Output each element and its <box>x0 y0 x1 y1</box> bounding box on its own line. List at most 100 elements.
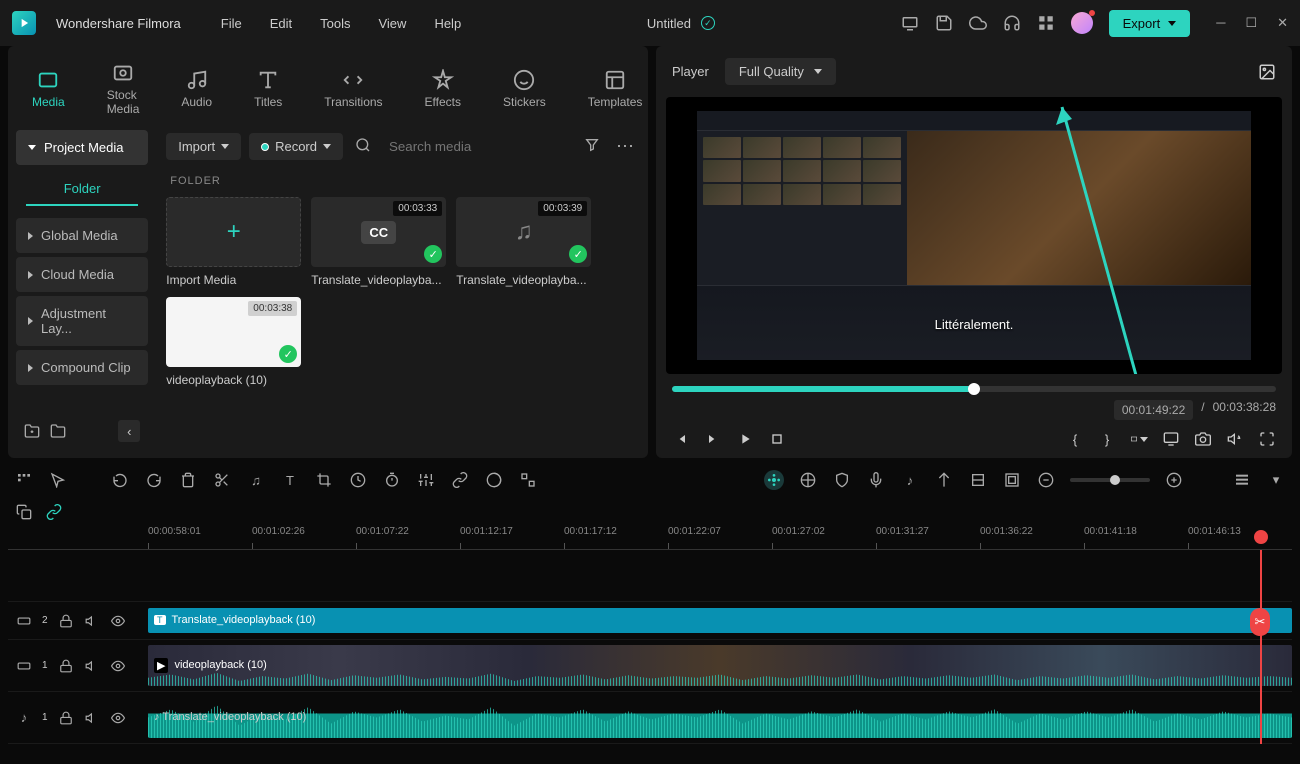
tab-media[interactable]: Media <box>22 63 75 115</box>
mark-in-button[interactable]: { <box>1066 430 1084 448</box>
mute-icon[interactable] <box>84 613 100 629</box>
sidebar-cloud-media[interactable]: Cloud Media <box>16 257 148 292</box>
search-input[interactable] <box>383 133 572 160</box>
import-button[interactable]: Import <box>166 133 241 160</box>
audio-track-icon[interactable]: ♪ <box>16 710 32 726</box>
split-button[interactable] <box>212 470 232 490</box>
zoom-out-button[interactable] <box>1036 470 1056 490</box>
video-clip[interactable]: ▶videoplayback (10) <box>148 645 1292 686</box>
menu-help[interactable]: Help <box>434 16 461 31</box>
text-clip[interactable]: TTranslate_videoplayback (10) <box>148 608 1292 634</box>
frame-button[interactable] <box>968 470 988 490</box>
timeline-ruler[interactable]: 00:00:58:01 00:01:02:26 00:01:07:22 00:0… <box>8 526 1292 550</box>
ai-button[interactable] <box>764 470 784 490</box>
fullscreen-button[interactable] <box>1258 430 1276 448</box>
export-button[interactable]: Export <box>1109 10 1191 37</box>
mute-icon[interactable] <box>84 658 100 674</box>
lock-icon[interactable] <box>58 613 74 629</box>
redo-button[interactable] <box>144 470 164 490</box>
apps-icon[interactable] <box>1037 14 1055 32</box>
aspect-button[interactable] <box>1130 430 1148 448</box>
quality-dropdown[interactable]: Full Quality <box>725 58 836 85</box>
zoom-slider[interactable] <box>1070 478 1150 482</box>
image-icon[interactable] <box>1258 63 1276 81</box>
grid-icon[interactable] <box>14 470 34 490</box>
speed-button[interactable] <box>348 470 368 490</box>
color-wheel-button[interactable] <box>798 470 818 490</box>
headphones-icon[interactable] <box>1003 14 1021 32</box>
cursor-icon[interactable] <box>48 470 68 490</box>
stop-button[interactable] <box>768 430 786 448</box>
collapse-sidebar-button[interactable]: ‹ <box>118 420 140 442</box>
adjust-button[interactable] <box>416 470 436 490</box>
color-button[interactable] <box>484 470 504 490</box>
user-avatar[interactable] <box>1071 12 1093 34</box>
mute-icon[interactable] <box>84 710 100 726</box>
audio-clip[interactable]: ♪ Translate_videoplayback (10) <box>148 697 1292 738</box>
device-icon[interactable] <box>901 14 919 32</box>
lock-icon[interactable] <box>58 658 74 674</box>
sidebar-global-media[interactable]: Global Media <box>16 218 148 253</box>
audio-fx-button[interactable]: ♪ <box>900 470 920 490</box>
maximize-button[interactable]: ☐ <box>1245 15 1257 31</box>
tab-titles[interactable]: Titles <box>244 63 292 115</box>
mark-out-button[interactable]: } <box>1098 430 1116 448</box>
record-button[interactable]: Record <box>249 133 343 160</box>
delete-button[interactable] <box>178 470 198 490</box>
marker-button[interactable] <box>934 470 954 490</box>
timer-button[interactable] <box>382 470 402 490</box>
track-copy-button[interactable] <box>14 502 34 522</box>
close-button[interactable]: ✕ <box>1277 15 1288 31</box>
visibility-icon[interactable] <box>110 710 126 726</box>
media-item-cc[interactable]: CC00:03:33✓ Translate_videoplayba... <box>311 197 446 287</box>
player-viewport[interactable]: Littéralement. <box>666 97 1282 374</box>
resize-button[interactable] <box>1002 470 1022 490</box>
minimize-button[interactable]: ─ <box>1216 15 1225 31</box>
mic-button[interactable] <box>866 470 886 490</box>
next-frame-button[interactable] <box>704 430 722 448</box>
save-icon[interactable] <box>935 14 953 32</box>
sidebar-folder[interactable]: Folder <box>26 173 138 206</box>
media-item-import[interactable]: + Import Media <box>166 197 301 287</box>
crop-button[interactable] <box>314 470 334 490</box>
progress-thumb[interactable] <box>968 383 980 395</box>
group-button[interactable] <box>518 470 538 490</box>
shield-button[interactable] <box>832 470 852 490</box>
tab-transitions[interactable]: Transitions <box>314 63 392 115</box>
menu-tools[interactable]: Tools <box>320 16 350 31</box>
undo-button[interactable] <box>110 470 130 490</box>
sidebar-project-media[interactable]: Project Media <box>16 130 148 165</box>
video-track-icon[interactable] <box>16 658 32 674</box>
scissors-handle[interactable]: ✂ <box>1250 608 1270 636</box>
folder-icon[interactable] <box>50 423 66 439</box>
play-button[interactable] <box>736 430 754 448</box>
tab-templates[interactable]: Templates <box>578 63 653 115</box>
tab-stickers[interactable]: Stickers <box>493 63 556 115</box>
lock-icon[interactable] <box>58 710 74 726</box>
sidebar-compound-clip[interactable]: Compound Clip <box>16 350 148 385</box>
media-item-music[interactable]: ♫00:03:39✓ Translate_videoplayba... <box>456 197 591 287</box>
more-icon[interactable] <box>612 132 638 161</box>
visibility-icon[interactable] <box>110 658 126 674</box>
text-button[interactable]: T <box>280 470 300 490</box>
menu-edit[interactable]: Edit <box>270 16 292 31</box>
link-button[interactable] <box>450 470 470 490</box>
media-item-video[interactable]: 00:03:38✓ videoplayback (10) <box>166 297 301 387</box>
link-toggle-button[interactable] <box>44 502 64 522</box>
display-button[interactable] <box>1162 430 1180 448</box>
volume-button[interactable] <box>1226 430 1244 448</box>
playhead[interactable] <box>1260 550 1262 744</box>
visibility-icon[interactable] <box>110 613 126 629</box>
sidebar-adjustment-layer[interactable]: Adjustment Lay... <box>16 296 148 346</box>
snapshot-button[interactable] <box>1194 430 1212 448</box>
zoom-in-button[interactable] <box>1164 470 1184 490</box>
tab-audio[interactable]: Audio <box>171 63 222 115</box>
view-list-button[interactable] <box>1232 470 1252 490</box>
view-settings-button[interactable]: ▾ <box>1266 470 1286 490</box>
tab-stock-media[interactable]: Stock Media <box>97 56 150 122</box>
prev-frame-button[interactable] <box>672 430 690 448</box>
text-track-icon[interactable] <box>16 613 32 629</box>
filter-icon[interactable] <box>580 133 604 160</box>
new-folder-icon[interactable] <box>24 423 40 439</box>
menu-file[interactable]: File <box>221 16 242 31</box>
